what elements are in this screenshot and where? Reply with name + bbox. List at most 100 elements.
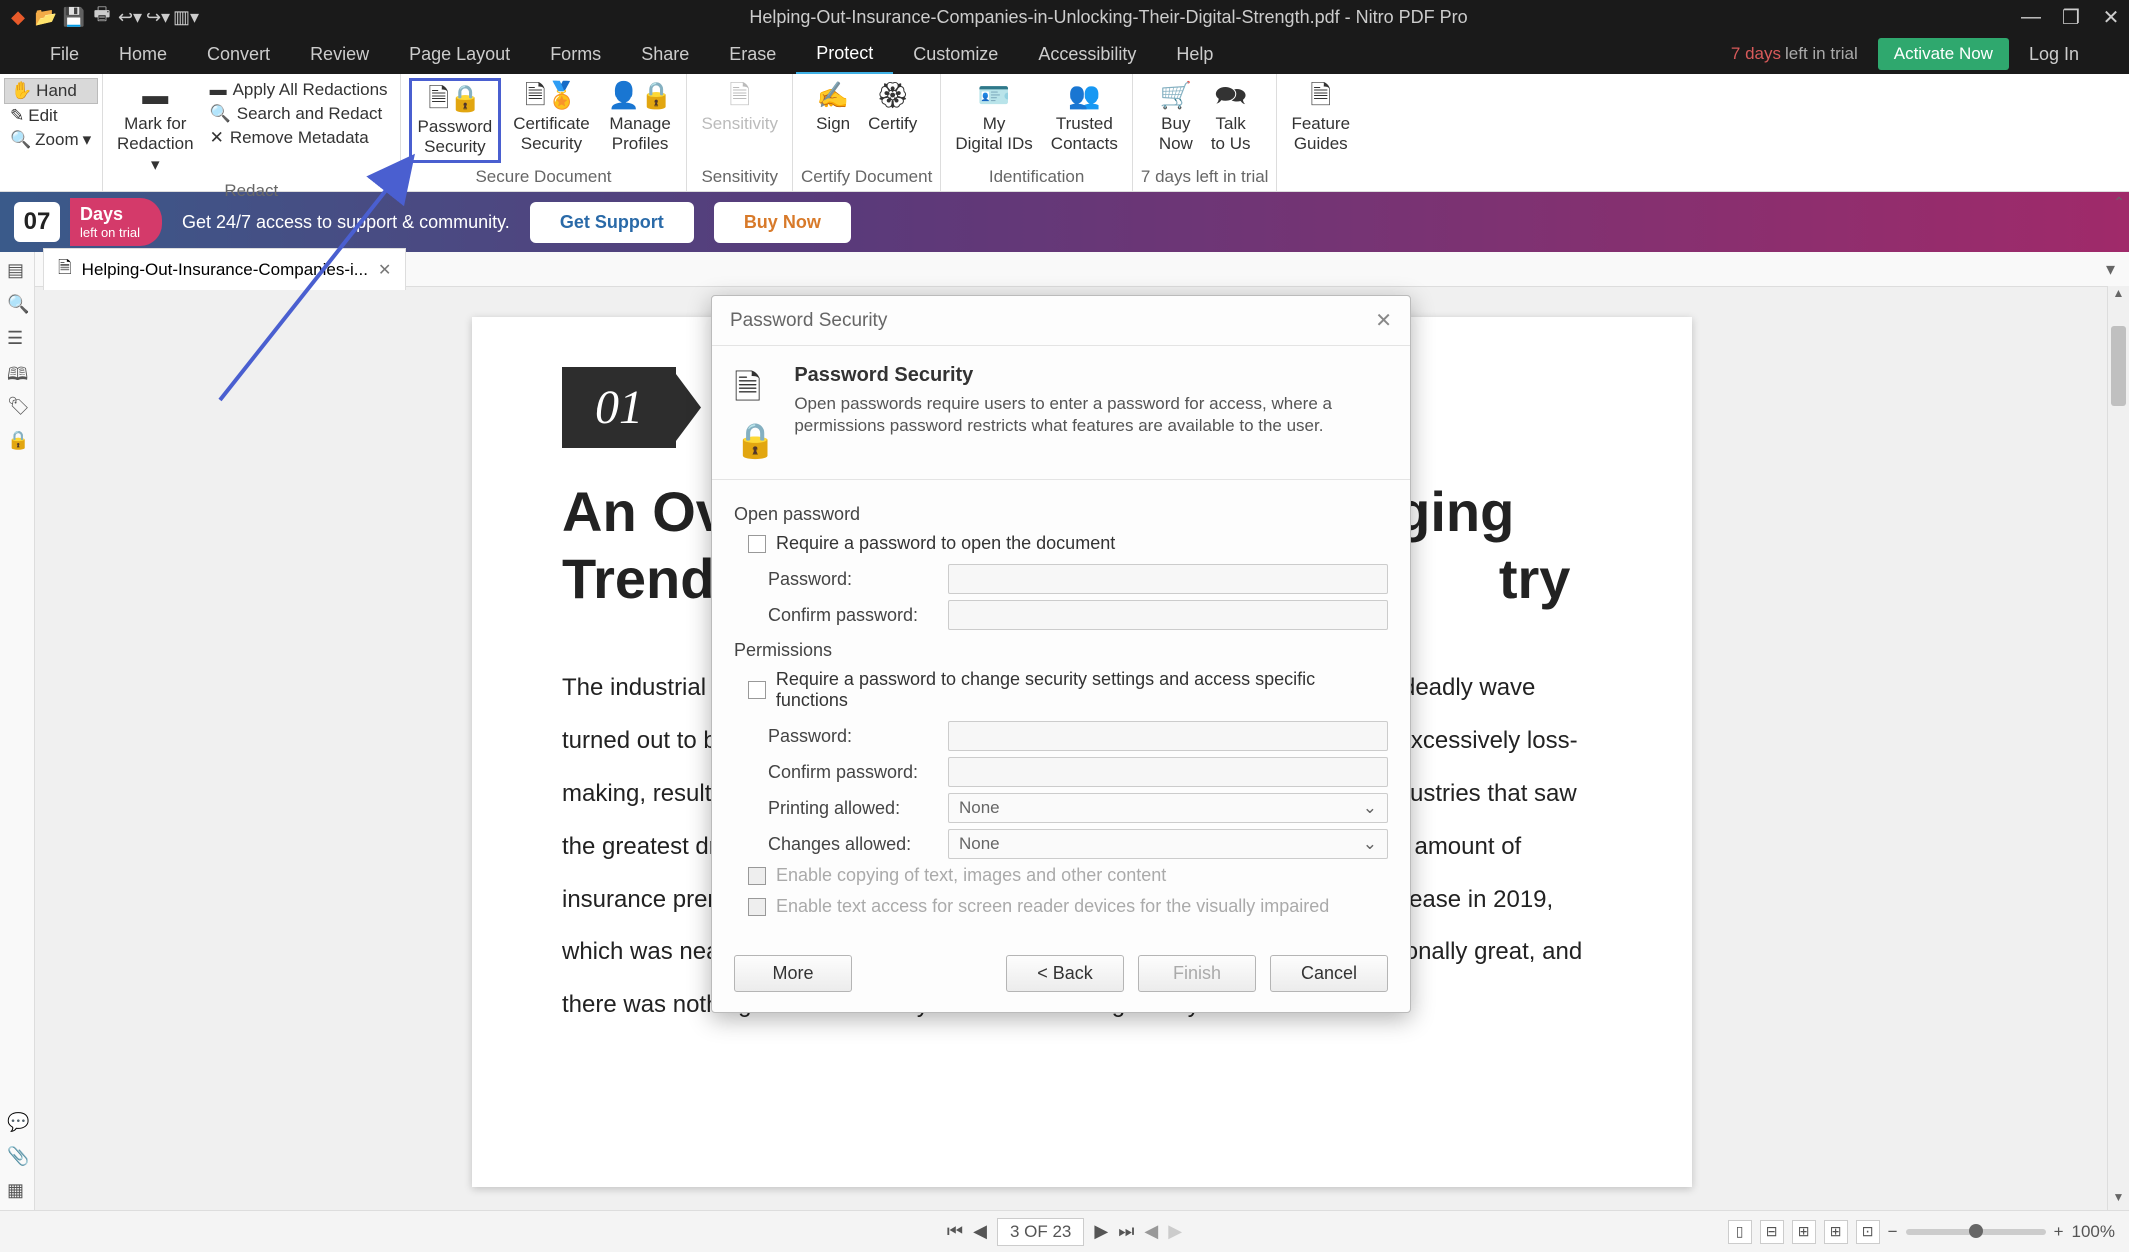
search-and-redact[interactable]: 🔍Search and Redact — [206, 102, 392, 126]
zoom-tool[interactable]: 🔍Zoom ▾ — [4, 128, 98, 152]
redo-icon[interactable]: ↪▾ — [148, 7, 168, 27]
cancel-button[interactable]: Cancel — [1270, 955, 1388, 992]
back-button[interactable]: < Back — [1006, 955, 1124, 992]
finish-button[interactable]: Finish — [1138, 955, 1256, 992]
perm-confirm-input[interactable] — [948, 757, 1388, 787]
scroll-thumb[interactable] — [2111, 326, 2126, 406]
certificate-security-button[interactable]: 🗎🏅 CertificateSecurity — [507, 78, 596, 163]
dialog-close-button[interactable]: ✕ — [1375, 308, 1392, 333]
bookmarks-panel-icon[interactable]: 🕮 — [7, 362, 27, 382]
nav-back-button[interactable]: ◀ — [1144, 1221, 1158, 1242]
zoom-in-button[interactable]: + — [2054, 1222, 2064, 1242]
scroll-down-arrow[interactable]: ▼ — [2108, 1190, 2129, 1210]
perm-password-input[interactable] — [948, 721, 1388, 751]
more-button[interactable]: More — [734, 955, 852, 992]
menubar: File Home Convert Review Page Layout For… — [0, 34, 2129, 74]
menu-accessibility[interactable]: Accessibility — [1018, 36, 1156, 73]
save-icon[interactable]: 💾 — [64, 7, 84, 27]
printing-allowed-select[interactable]: None⌄ — [948, 793, 1388, 823]
vertical-scrollbar[interactable]: ▲ ▼ — [2107, 286, 2129, 1210]
view-fit-button[interactable]: ⊡ — [1856, 1220, 1880, 1244]
sign-button[interactable]: ✍ Sign — [810, 78, 856, 157]
zoom-slider[interactable] — [1906, 1229, 2046, 1235]
hand-tool[interactable]: ✋Hand — [4, 78, 98, 104]
zoom-out-button[interactable]: − — [1888, 1222, 1898, 1242]
changes-allowed-select[interactable]: None⌄ — [948, 829, 1388, 859]
open-icon[interactable]: 📂 — [36, 7, 56, 27]
trusted-contacts-button[interactable]: 👥 TrustedContacts — [1045, 78, 1124, 157]
permissions-label: Require a password to change security se… — [776, 669, 1388, 711]
zoom-value[interactable]: 100% — [2072, 1222, 2115, 1242]
undo-icon[interactable]: ↩▾ — [120, 7, 140, 27]
apply-all-redactions[interactable]: ▬Apply All Redactions — [206, 78, 392, 102]
manage-profiles-button[interactable]: 👤🔒 ManageProfiles — [602, 78, 679, 163]
password-security-button[interactable]: 🗎🔒 PasswordSecurity — [409, 78, 502, 163]
menu-protect[interactable]: Protect — [796, 35, 893, 74]
layers-panel-icon[interactable]: ☰ — [7, 328, 27, 348]
first-page-button[interactable]: ⏮ — [947, 1221, 963, 1242]
tags-panel-icon[interactable]: 🏷 — [7, 396, 27, 416]
view-facing-button[interactable]: ⊞ — [1792, 1220, 1816, 1244]
dialog-header-desc: Open passwords require users to enter a … — [794, 393, 1388, 437]
close-tab-button[interactable]: ✕ — [378, 260, 391, 280]
print-icon[interactable]: 🖶 — [92, 7, 112, 27]
tab-dropdown-caret[interactable]: ▾ — [2106, 259, 2115, 280]
attachments-panel-icon[interactable]: 📎 — [7, 1146, 27, 1166]
zoom-icon: 🔍 — [10, 130, 31, 150]
permissions-checkbox[interactable] — [748, 681, 766, 699]
document-tab[interactable]: 🗎 Helping-Out-Insurance-Companies-i... ✕ — [43, 248, 406, 290]
open-password-checkbox[interactable] — [748, 535, 766, 553]
get-support-button[interactable]: Get Support — [530, 202, 694, 243]
edit-tool[interactable]: ✎Edit — [4, 104, 98, 128]
permissions-checkbox-row[interactable]: Require a password to change security se… — [748, 669, 1388, 711]
scroll-up-arrow[interactable]: ▲ — [2108, 286, 2129, 306]
open-confirm-input[interactable] — [948, 600, 1388, 630]
zoom-slider-thumb[interactable] — [1969, 1224, 1983, 1238]
feature-guides-button[interactable]: 🗎 FeatureGuides — [1285, 78, 1356, 157]
last-page-button[interactable]: ⏭ — [1118, 1221, 1134, 1242]
pages-panel-icon[interactable]: ▤ — [7, 260, 27, 280]
login-button[interactable]: Log In — [2009, 36, 2099, 73]
ribbon-group-sensitivity: 🗎 Sensitivity Sensitivity — [687, 74, 793, 191]
maximize-button[interactable]: ❐ — [2061, 7, 2081, 27]
activate-now-button[interactable]: Activate Now — [1878, 38, 2009, 70]
next-page-button[interactable]: ▶ — [1094, 1221, 1108, 1242]
comments-panel-icon[interactable]: 💬 — [7, 1112, 27, 1132]
menu-convert[interactable]: Convert — [187, 36, 290, 73]
minimize-button[interactable]: ― — [2021, 7, 2041, 27]
menu-file[interactable]: File — [30, 36, 99, 73]
menu-share[interactable]: Share — [621, 36, 709, 73]
chapter-number: 01 — [562, 367, 676, 448]
buy-now-ribbon-button[interactable]: 🛒 BuyNow — [1153, 78, 1199, 157]
close-window-button[interactable]: ✕ — [2101, 7, 2121, 27]
menu-home[interactable]: Home — [99, 36, 187, 73]
menu-review[interactable]: Review — [290, 36, 389, 73]
open-password-checkbox-row[interactable]: Require a password to open the document — [748, 533, 1388, 554]
menu-erase[interactable]: Erase — [709, 36, 796, 73]
menu-forms[interactable]: Forms — [530, 36, 621, 73]
menu-help[interactable]: Help — [1156, 36, 1233, 73]
menu-customize[interactable]: Customize — [893, 36, 1018, 73]
certify-button[interactable]: 🏵 Certify — [862, 78, 923, 157]
nav-forward-button[interactable]: ▶ — [1168, 1221, 1182, 1242]
prev-page-button[interactable]: ◀ — [973, 1221, 987, 1242]
buy-now-button[interactable]: Buy Now — [714, 202, 851, 243]
security-panel-icon[interactable]: 🔒 — [7, 430, 27, 450]
page-indicator[interactable]: 3 OF 23 — [997, 1218, 1084, 1246]
search-panel-icon[interactable]: 🔍 — [7, 294, 27, 314]
quick-tools: ✋Hand ✎Edit 🔍Zoom ▾ — [0, 74, 103, 191]
talk-to-us-button[interactable]: 🗪 Talkto Us — [1205, 78, 1257, 157]
open-password-input[interactable] — [948, 564, 1388, 594]
view-facing-cont-button[interactable]: ⊞ — [1824, 1220, 1848, 1244]
sensitivity-button[interactable]: 🗎 Sensitivity — [695, 78, 784, 157]
menu-page-layout[interactable]: Page Layout — [389, 36, 530, 73]
collapse-ribbon-caret[interactable]: ⌃ — [2113, 194, 2125, 211]
redact-group-label: Redact — [224, 177, 278, 205]
page-icon[interactable]: ▥▾ — [176, 7, 196, 27]
view-single-button[interactable]: ▯ — [1728, 1220, 1752, 1244]
mark-for-redaction-button[interactable]: ▬ Mark forRedaction ▾ — [111, 78, 200, 177]
my-digital-ids-button[interactable]: 🪪 MyDigital IDs — [949, 78, 1038, 157]
view-continuous-button[interactable]: ⊟ — [1760, 1220, 1784, 1244]
remove-metadata[interactable]: ✕Remove Metadata — [206, 126, 392, 150]
output-panel-icon[interactable]: ▦ — [7, 1180, 27, 1200]
